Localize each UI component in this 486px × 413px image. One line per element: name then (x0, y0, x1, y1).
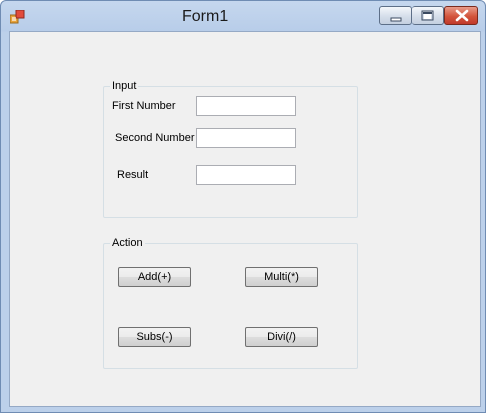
multiply-button[interactable]: Multi(*) (245, 267, 318, 287)
input-group-caption: Input (110, 79, 139, 93)
action-groupbox: Action (103, 236, 358, 369)
app-icon[interactable] (9, 9, 26, 24)
close-button[interactable] (444, 6, 478, 25)
first-number-label: First Number (112, 100, 176, 112)
divide-button[interactable]: Divi(/) (245, 327, 318, 347)
minimize-button[interactable] (379, 6, 412, 25)
title-bar[interactable]: Form1 (1, 1, 485, 31)
result-field[interactable] (196, 165, 296, 185)
form-client-area: Input First Number Second Number Result … (9, 31, 481, 407)
window-frame: Form1 Input First Number Second Number R… (0, 0, 486, 413)
maximize-button[interactable] (412, 6, 444, 25)
subtract-button[interactable]: Subs(-) (118, 327, 191, 347)
second-number-input[interactable] (196, 128, 296, 148)
minimize-icon (390, 17, 402, 22)
add-button[interactable]: Add(+) (118, 267, 191, 287)
second-number-label: Second Number (115, 132, 195, 144)
window-title: Form1 (182, 8, 229, 25)
result-label: Result (117, 169, 149, 181)
maximize-icon (421, 10, 434, 21)
close-icon (455, 9, 469, 22)
action-group-caption: Action (110, 236, 145, 250)
first-number-input[interactable] (196, 96, 296, 116)
